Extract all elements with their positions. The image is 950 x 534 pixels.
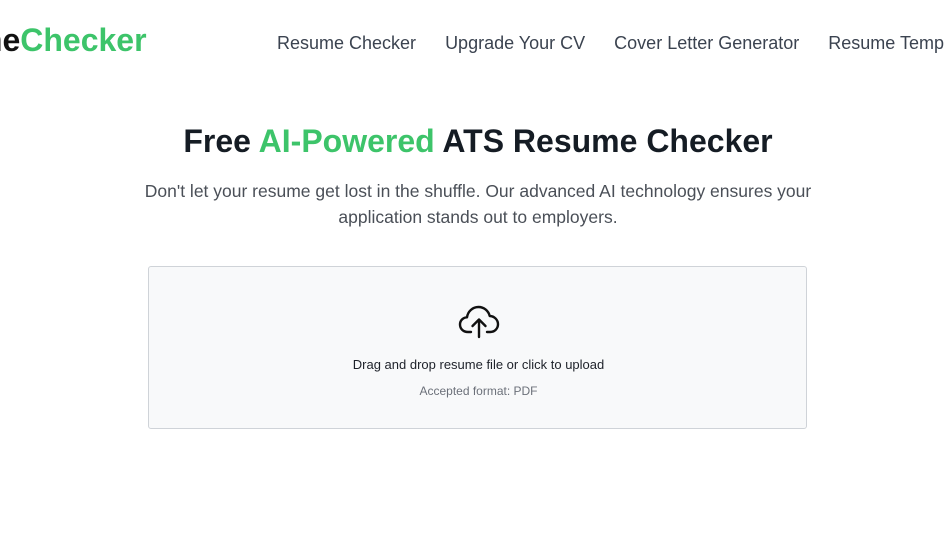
upload-instruction: Drag and drop resume file or click to up… xyxy=(352,357,605,372)
cloud-upload-icon xyxy=(458,305,500,339)
logo-accent: Checker xyxy=(20,22,147,58)
title-prefix: Free xyxy=(183,123,259,159)
title-accent: AI-Powered xyxy=(258,123,435,159)
main-nav: Resume Checker Upgrade Your CV Cover Let… xyxy=(277,30,944,56)
page: meChecker Resume Checker Upgrade Your CV… xyxy=(0,0,950,534)
title-suffix: ATS Resume Checker xyxy=(434,123,773,159)
page-subtitle: Don't let your resume get lost in the sh… xyxy=(144,181,812,227)
nav-link-upgrade-cv[interactable]: Upgrade Your CV xyxy=(445,30,585,56)
accepted-format-label: Accepted format: PDF xyxy=(419,384,538,398)
nav-link-resume-checker[interactable]: Resume Checker xyxy=(277,30,416,56)
logo-prefix: me xyxy=(0,22,21,58)
nav-link-resume-templates[interactable]: Resume Temp xyxy=(828,30,944,56)
page-title: Free AI-Powered ATS Resume Checker xyxy=(0,120,950,162)
nav-link-cover-letter-generator[interactable]: Cover Letter Generator xyxy=(614,30,799,56)
resume-upload-dropzone[interactable]: Drag and drop resume file or click to up… xyxy=(148,266,807,429)
site-logo[interactable]: meChecker xyxy=(0,20,147,60)
